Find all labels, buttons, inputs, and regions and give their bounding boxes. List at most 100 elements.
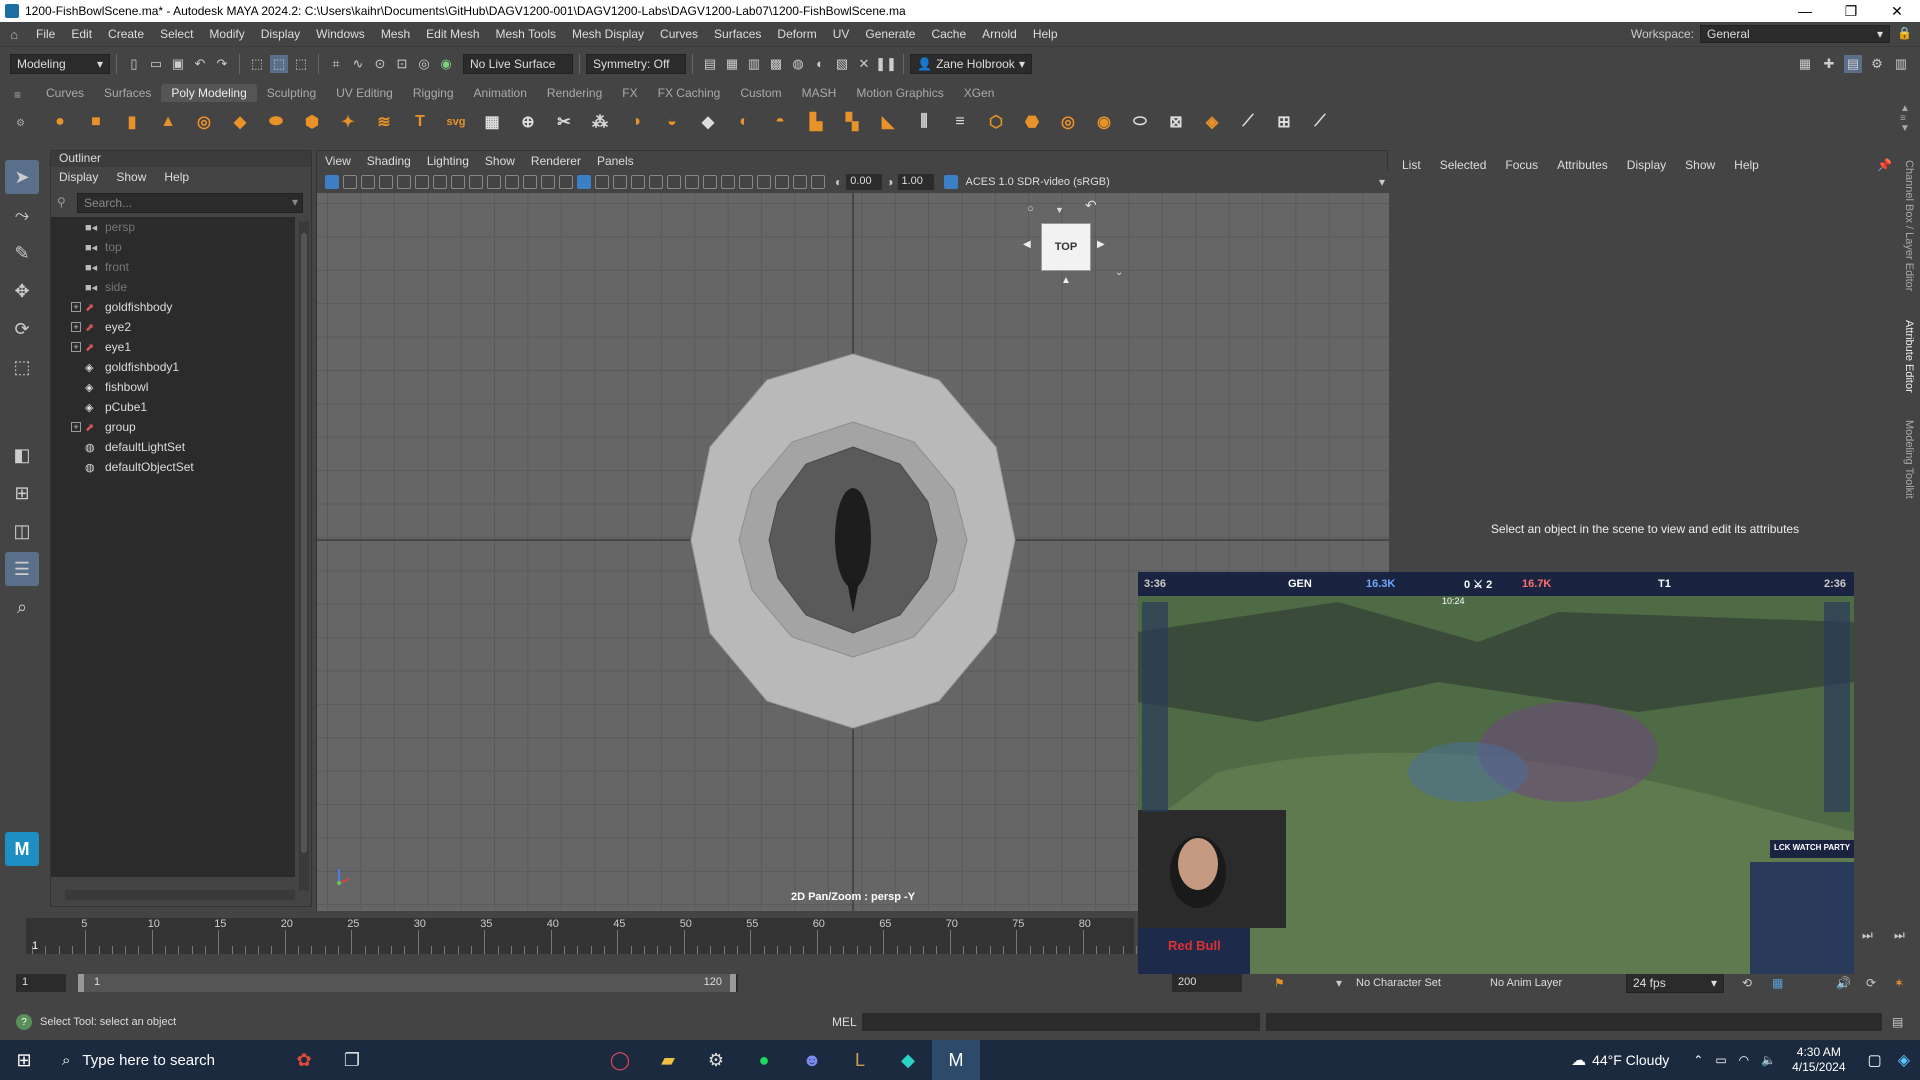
shelf-tab-fx-caching[interactable]: FX Caching — [648, 84, 731, 102]
poly-count-icon[interactable]: ▦ — [479, 109, 505, 135]
xray-joints-icon[interactable] — [793, 175, 807, 189]
lasso-tool-icon[interactable]: ⤳ — [5, 198, 39, 232]
snap-point-icon[interactable]: ⊙ — [371, 55, 389, 73]
live-surface-field[interactable]: No Live Surface — [463, 53, 573, 74]
poly-cylinder-icon[interactable]: ▮ — [119, 109, 145, 135]
current-frame-marker[interactable]: 1 — [32, 940, 38, 952]
snap-grid-icon[interactable]: ⌗ — [327, 55, 345, 73]
type-tool-icon[interactable]: T — [407, 109, 433, 135]
grid-icon[interactable] — [433, 175, 447, 189]
new-scene-icon[interactable]: ▯ — [125, 55, 143, 73]
menu-surfaces[interactable]: Surfaces — [706, 27, 769, 41]
shelf-tab-custom[interactable]: Custom — [730, 84, 791, 102]
outliner-search-input[interactable]: Search... ▾ — [77, 193, 303, 213]
separate-icon[interactable]: ◒ — [659, 109, 685, 135]
fps-dropdown[interactable]: 24 fps ▾ — [1626, 973, 1724, 993]
tab-channel-box[interactable]: Channel Box / Layer Editor — [1903, 160, 1915, 291]
chevron-down-icon[interactable]: ⌄ — [1115, 267, 1123, 278]
arrow-left-icon[interactable]: ◀ — [1023, 239, 1031, 250]
shelf-tab-mash[interactable]: MASH — [792, 84, 847, 102]
viewport-menu-shading[interactable]: Shading — [359, 154, 419, 168]
append-polygon-icon[interactable]: ⬣ — [1019, 109, 1045, 135]
anti-aliasing-icon[interactable] — [721, 175, 735, 189]
anim-layer-field[interactable]: No Anim Layer — [1490, 977, 1562, 989]
ipr-render-icon[interactable]: ▥ — [745, 55, 763, 73]
steam-icon[interactable]: ⚙ — [692, 1040, 740, 1080]
smooth-shade-icon[interactable] — [577, 175, 591, 189]
menu-select[interactable]: Select — [152, 27, 201, 41]
ambient-occlusion-icon[interactable] — [685, 175, 699, 189]
outliner-horizontal-scrollbar[interactable] — [65, 890, 295, 900]
viewport-menu-view[interactable]: View — [317, 154, 359, 168]
network-icon[interactable]: ▭ — [1715, 1053, 1726, 1067]
shelf-tab-sculpting[interactable]: Sculpting — [257, 84, 326, 102]
shelf-tab-rigging[interactable]: Rigging — [403, 84, 464, 102]
cache-playback-icon[interactable]: ▦ — [1772, 976, 1783, 990]
depth-of-field-icon[interactable] — [739, 175, 753, 189]
home-icon[interactable]: ⌂ — [0, 27, 28, 42]
arrow-down-icon[interactable]: ▼ — [1055, 205, 1064, 215]
notifications-icon[interactable]: ▢ — [1868, 1051, 1882, 1069]
2d-pan-zoom-icon[interactable] — [397, 175, 411, 189]
viewport-menu-renderer[interactable]: Renderer — [523, 154, 589, 168]
film-gate-icon[interactable] — [451, 175, 465, 189]
menu-file[interactable]: File — [28, 27, 63, 41]
view-cube[interactable]: ○ ▼ ↶ TOP ◀ ▶ ▲ ⌄ — [1023, 197, 1125, 286]
league-client-icon[interactable]: L — [836, 1040, 884, 1080]
boolean-icon[interactable]: ◐ — [731, 109, 757, 135]
redo-icon[interactable]: ↷ — [213, 55, 231, 73]
camera-attributes-icon[interactable] — [343, 175, 357, 189]
menu-mesh-tools[interactable]: Mesh Tools — [488, 27, 564, 41]
scroll-thumb[interactable] — [301, 233, 307, 853]
shelf-tab-curves[interactable]: Curves — [36, 84, 94, 102]
command-input[interactable] — [862, 1013, 1260, 1031]
outliner-vertical-scrollbar[interactable] — [299, 221, 309, 891]
sweep-mesh-icon[interactable]: ≋ — [371, 109, 397, 135]
menu-deform[interactable]: Deform — [769, 27, 824, 41]
safe-title-icon[interactable] — [541, 175, 555, 189]
single-view-icon[interactable]: ◧ — [5, 438, 39, 472]
poly-cone-icon[interactable]: ▲ — [155, 109, 181, 135]
wireframe-on-shaded-icon[interactable] — [613, 175, 627, 189]
arnold-render-icon[interactable]: ◐ — [811, 55, 829, 73]
menu-set-dropdown[interactable]: Modeling ▾ — [10, 53, 110, 74]
chevron-down-icon[interactable]: ▾ — [1379, 175, 1385, 189]
riot-app-icon[interactable]: ◆ — [884, 1040, 932, 1080]
range-slider-handle[interactable]: 1 120 — [78, 974, 736, 992]
outliner-item-persp[interactable]: ■◂ persp — [51, 217, 295, 237]
shelf-tab-rendering[interactable]: Rendering — [537, 84, 612, 102]
fill-hole-icon[interactable]: ⬡ — [983, 109, 1009, 135]
platonic-solid-icon[interactable]: ⬢ — [299, 109, 325, 135]
exposure-icon[interactable]: ◐ — [835, 175, 842, 189]
poly-disc-icon[interactable]: ⬬ — [263, 109, 289, 135]
attr-menu-list[interactable]: List — [1402, 158, 1421, 172]
minimize-button[interactable]: — — [1782, 0, 1828, 22]
spotify-icon[interactable]: ● — [740, 1040, 788, 1080]
bridge-icon[interactable]: ▚ — [839, 109, 865, 135]
rotate-tool-icon[interactable]: ⟳ — [5, 312, 39, 346]
hypershade-icon[interactable]: ◍ — [789, 55, 807, 73]
outliner-menu-help[interactable]: Help — [164, 170, 189, 184]
shelf-settings-icon[interactable]: ⚙ — [16, 118, 25, 129]
home-view-icon[interactable]: ○ — [1027, 203, 1034, 215]
workspace-dropdown[interactable]: General ▾ — [1700, 25, 1890, 43]
attr-menu-attributes[interactable]: Attributes — [1557, 158, 1608, 172]
animation-prefs-icon[interactable]: ⟳ — [1866, 976, 1876, 990]
uv-editor-icon[interactable]: ⊞ — [1271, 109, 1297, 135]
cortana-widget-icon[interactable]: ✿ — [280, 1040, 328, 1080]
menu-cache[interactable]: Cache — [923, 27, 974, 41]
image-plane-icon[interactable] — [379, 175, 393, 189]
shelf-tab-fx[interactable]: FX — [612, 84, 647, 102]
render-settings-icon[interactable]: ▩ — [767, 55, 785, 73]
show-hidden-icons-icon[interactable]: ⌃ — [1693, 1053, 1703, 1067]
arrow-up-icon[interactable]: ▲ — [1061, 275, 1071, 286]
file-explorer-icon[interactable]: ▰ — [644, 1040, 692, 1080]
move-tool-icon[interactable]: ✥ — [5, 274, 39, 308]
task-view-icon[interactable]: ❐ — [328, 1040, 376, 1080]
key-icon[interactable]: ⚑ — [1274, 976, 1285, 990]
shelf-tab-xgen[interactable]: XGen — [954, 84, 1005, 102]
undo-icon[interactable]: ↶ — [191, 55, 209, 73]
default-material-icon[interactable] — [595, 175, 609, 189]
attr-menu-selected[interactable]: Selected — [1440, 158, 1487, 172]
windows-start-icon[interactable]: ⊞ — [0, 1040, 48, 1080]
